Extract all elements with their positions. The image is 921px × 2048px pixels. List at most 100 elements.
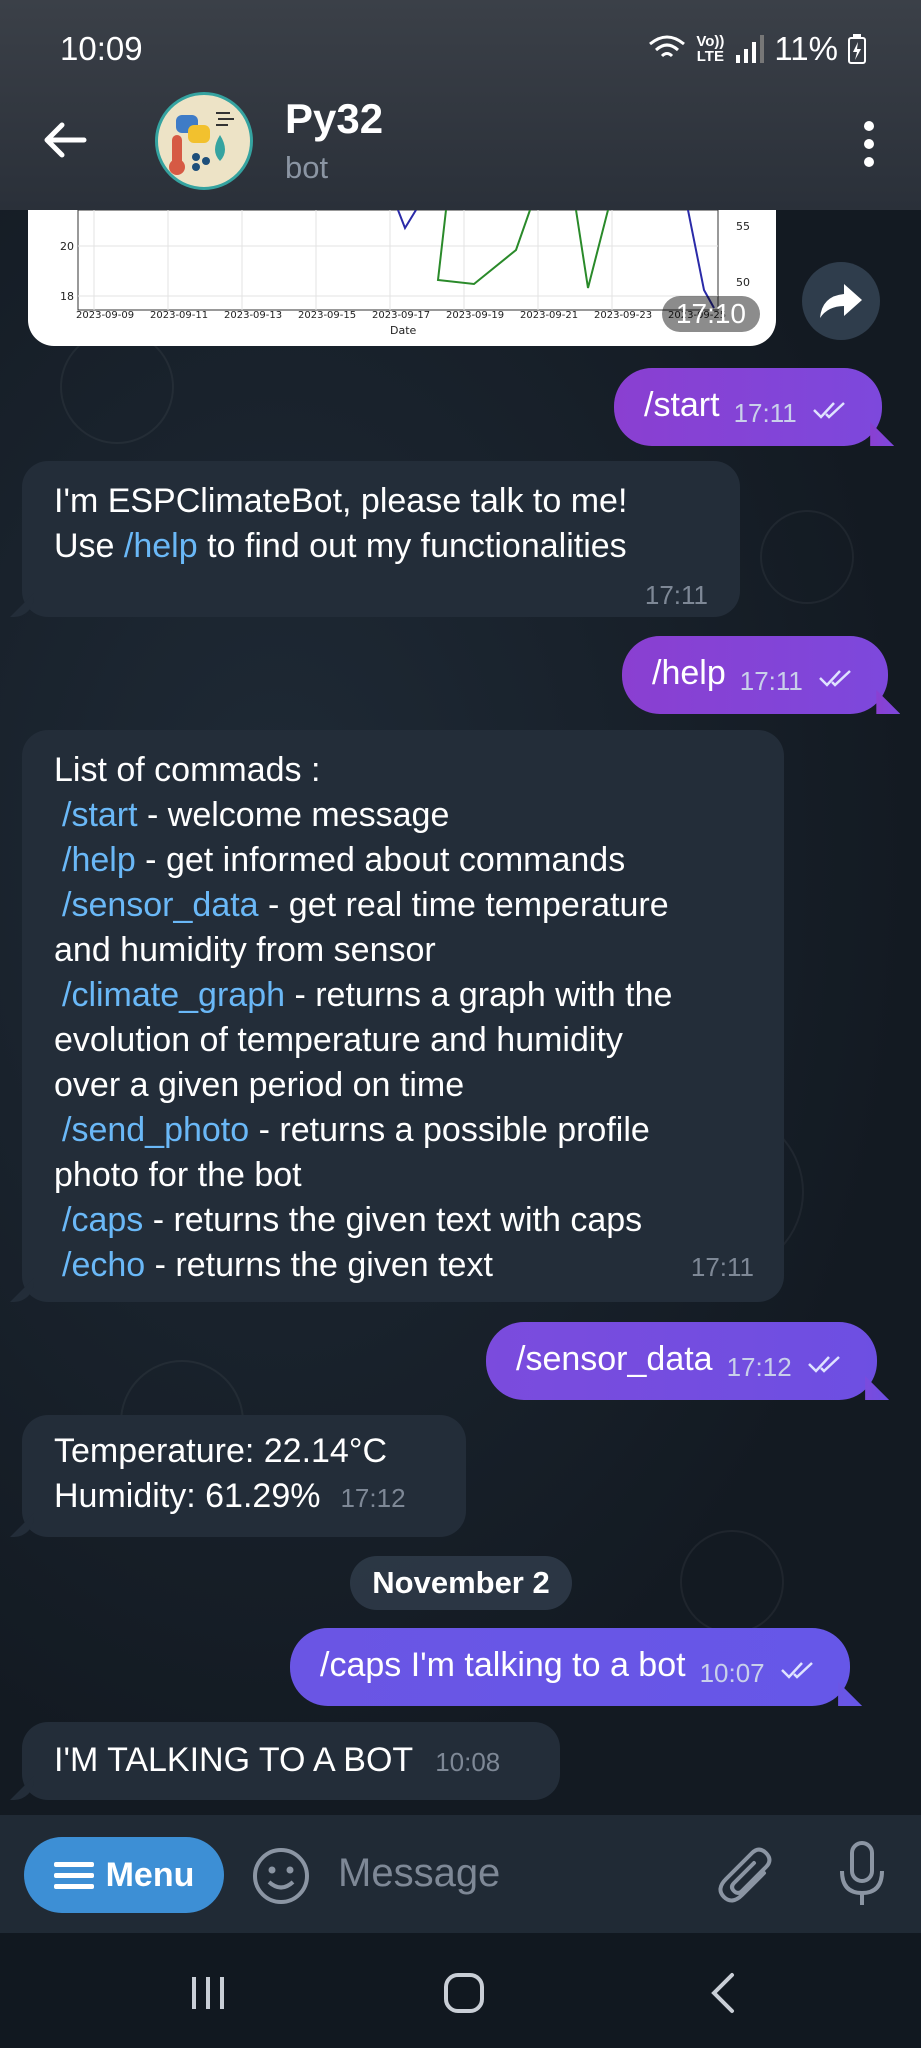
message-text: /help [652,654,726,692]
message-line: Temperature: 22.14°C [54,1432,387,1470]
share-arrow-icon [820,284,862,318]
double-check-icon [808,1356,840,1373]
command-description: - returns a graph with the [285,976,673,1014]
recents-icon[interactable] [188,1973,228,2013]
message-time: 17:11 [690,1252,754,1282]
message-input[interactable]: Message [338,1851,500,1896]
command-row: /help - get informed about commands [54,838,752,883]
incoming-message[interactable]: I'M TALKING TO A BOT 10:08 [22,1722,560,1800]
home-icon[interactable] [442,1971,486,2015]
signal-icon [736,35,765,63]
climate-graph-image: 20 18 55 50 2023-09-09 2023-09-11 2023-0… [60,210,750,337]
commands-title: List of commads : [54,751,321,789]
attach-icon[interactable] [718,1843,778,1907]
hamburger-icon [53,1862,94,1889]
command-link[interactable]: /echo [62,1246,145,1284]
share-button[interactable] [802,262,880,340]
command-link[interactable]: /send_photo [62,1111,249,1149]
graph-image-message[interactable]: 20 18 55 50 2023-09-09 2023-09-11 2023-0… [28,210,776,346]
microphone-icon[interactable] [838,1841,886,1909]
message-line: I'm ESPClimateBot, please talk to me! [54,482,628,520]
x-axis-label: Date [390,324,417,337]
message-time: 17:11 [644,580,708,610]
bot-logo-icon [169,112,234,175]
command-row: /start - welcome message [54,793,752,838]
x-tick: 2023-09-23 [594,310,652,321]
network-type: Vo)) LTE [696,33,725,65]
message-time: 17:11 [733,398,797,428]
double-check-icon [819,670,852,687]
message-line: Humidity: 61.29% 17:12 [54,1477,406,1515]
message-time: 17:10 [661,296,760,332]
message-text: /sensor_data [516,1340,713,1378]
command-description: - get real time temperature [258,886,669,924]
x-tick: 2023-09-21 [520,310,578,321]
command-row: /send_photo - returns a possible profile [54,1108,752,1153]
command-link[interactable]: /caps [62,1201,143,1239]
y-tick-left-18: 18 [60,290,74,303]
command-description: - returns the given text [145,1246,493,1284]
command-list: /start - welcome message/help - get info… [54,793,752,1288]
message-time: 17:11 [739,666,803,696]
command-link[interactable]: /help [62,841,136,879]
status-time: 10:09 [60,30,143,67]
x-tick: 2023-09-19 [446,310,504,321]
outgoing-message[interactable]: /start 17:11 [614,368,883,446]
command-row: /climate_graph - returns a graph with th… [54,973,752,1018]
system-navigation-bar [0,1933,921,2048]
command-row: /sensor_data - get real time temperature [54,883,752,928]
x-tick: 2023-09-11 [150,310,208,321]
battery-charging-icon [848,34,866,64]
chat-header: 10:09 Vo)) LTE 11% Py32 bot [0,0,921,210]
x-tick: 2023-09-17 [372,310,430,321]
command-link[interactable]: /help [124,527,198,565]
message-time: 10:08 [435,1747,501,1777]
status-icons: Vo)) LTE 11% [648,30,866,68]
message-input-bar: Menu Message [0,1815,921,1933]
message-text: I'M TALKING TO A BOT [54,1741,414,1779]
menu-button[interactable]: Menu [24,1837,224,1913]
command-description: - get informed about commands [135,841,626,879]
command-link[interactable]: /climate_graph [62,976,285,1014]
chat-title[interactable]: Py32 [285,95,383,143]
wifi-icon [649,35,686,58]
y-tick-right-50: 50 [736,276,750,289]
x-tick: 2023-09-13 [224,310,282,321]
command-description-continued: over a given period on time [54,1066,465,1104]
command-description-continued: evolution of temperature and humidity [54,1021,623,1059]
outgoing-message[interactable]: /help 17:11 [622,636,889,714]
x-tick: 2023-09-15 [298,310,356,321]
more-options-icon[interactable] [862,120,876,168]
command-link[interactable]: /sensor_data [62,886,259,924]
message-time: 17:12 [340,1483,406,1513]
incoming-message[interactable]: Temperature: 22.14°C Humidity: 61.29% 17:… [22,1415,466,1537]
outgoing-message[interactable]: /caps I'm talking to a bot 10:07 [290,1628,851,1706]
date-separator: November 2 [350,1556,572,1610]
double-check-icon [781,1662,813,1679]
command-description: - welcome message [137,796,450,834]
emoji-icon[interactable] [252,1847,310,1905]
outgoing-message[interactable]: /sensor_data 17:12 [486,1322,878,1400]
command-description-continued: and humidity from sensor [54,931,436,969]
message-time: 10:07 [699,1658,765,1688]
incoming-message-commands[interactable]: List of commads : /start - welcome messa… [22,730,784,1302]
back-nav-icon[interactable] [706,1971,740,2015]
command-description: - returns the given text with caps [143,1201,643,1239]
double-check-icon [813,402,846,419]
y-tick-right-55: 55 [736,220,750,233]
y-tick-left-20: 20 [60,240,74,253]
battery-percent: 11% [774,30,838,67]
incoming-message[interactable]: I'm ESPClimateBot, please talk to me! Us… [22,461,740,617]
avatar[interactable] [155,92,253,190]
message-line: Use /help to find out my functionalities [54,527,627,565]
command-row: /echo - returns the given text [54,1243,752,1288]
x-tick: 2023-09-09 [76,310,134,321]
message-text: /start [644,386,720,424]
command-link[interactable]: /start [62,796,138,834]
chat-subtitle: bot [285,150,329,185]
command-description: - returns a possible profile [249,1111,650,1149]
message-text: /caps I'm talking to a bot [320,1646,686,1684]
command-description-continued: photo for the bot [54,1156,302,1194]
back-arrow-icon[interactable] [40,115,90,165]
message-time: 17:12 [726,1352,792,1382]
